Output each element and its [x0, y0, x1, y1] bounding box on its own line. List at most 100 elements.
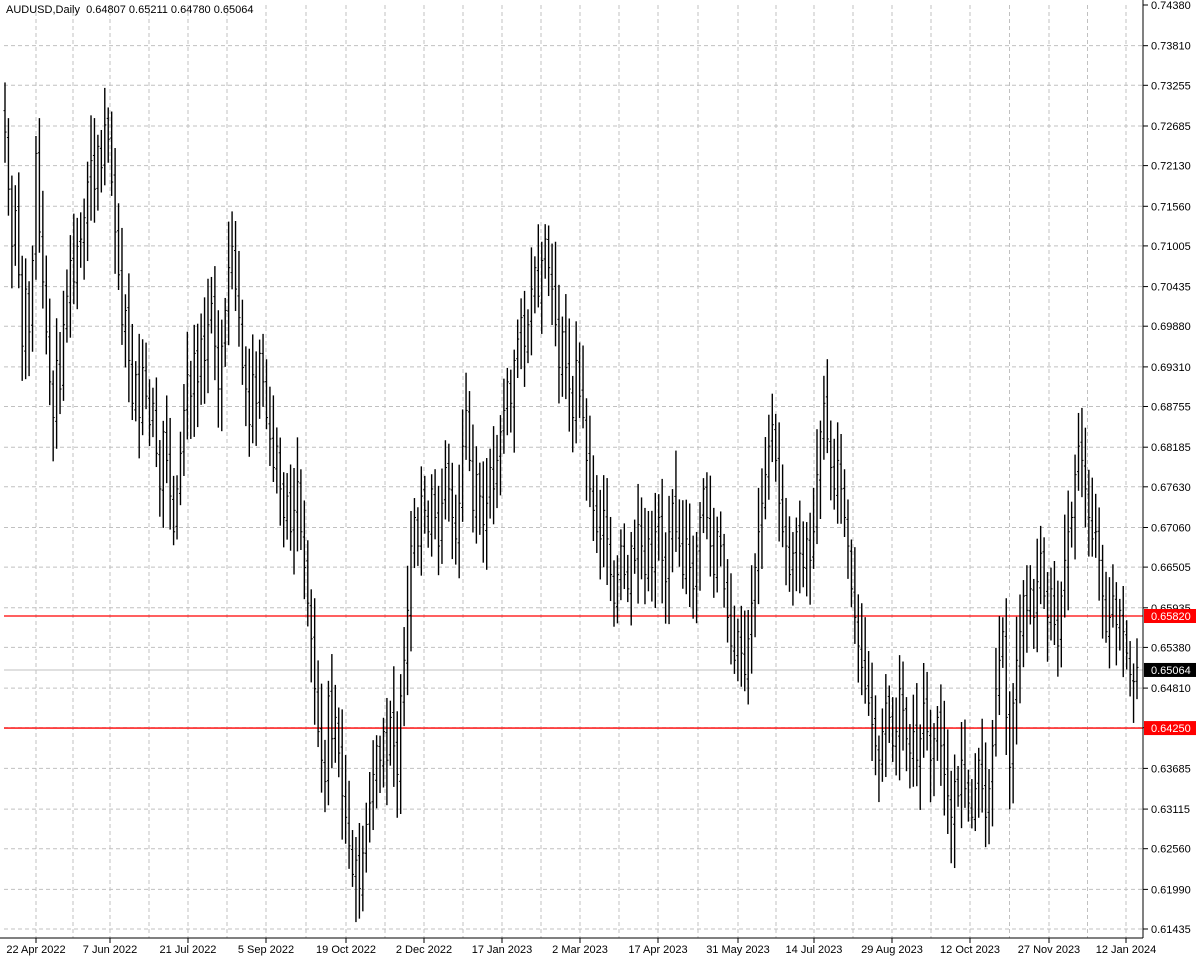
ohlc-bar — [774, 413, 778, 482]
ohlc-bar — [615, 555, 619, 624]
price-axis[interactable]: 0.74380 0.73810 0.73255 0.72685 0.72130 0.715… — [1143, 0, 1196, 936]
ohlc-bar — [557, 284, 561, 404]
ohlc-bar — [326, 680, 330, 806]
price-tick-label: 0.68755 — [1151, 402, 1191, 414]
ohlc-bar — [519, 298, 523, 370]
ohlc-bar — [612, 560, 616, 627]
ohlc-bar — [650, 510, 654, 602]
ohlc-bar — [719, 511, 723, 567]
ohlc-bar — [203, 297, 207, 404]
ohlc-bar — [264, 359, 268, 430]
ohlc-bar — [963, 719, 967, 808]
time-tick-label: 12 Oct 2023 — [940, 944, 1000, 956]
ohlc-bar — [777, 422, 781, 542]
ohlc-bar — [942, 700, 946, 816]
ohlc-bar — [1042, 537, 1046, 609]
ohlc-bar — [791, 532, 795, 606]
price-tick-label: 0.71005 — [1151, 241, 1191, 253]
ohlc-bar — [1018, 594, 1022, 704]
ohlc-bar — [1114, 582, 1118, 666]
ohlc-bar — [148, 379, 152, 446]
ohlc-bar — [977, 747, 981, 818]
ohlc-bar — [705, 472, 709, 540]
ohlc-bar — [987, 769, 991, 845]
ohlc-bar — [1083, 427, 1087, 528]
ohlc-bar — [794, 517, 798, 592]
ohlc-bar — [529, 247, 533, 356]
ohlc-bar — [901, 661, 905, 751]
ohlc-bar — [175, 475, 179, 540]
ohlc-bar — [309, 589, 313, 683]
time-axis[interactable]: 22 Apr 2022 7 Jun 2022 21 Jul 2022 5 Sep 20… — [6, 938, 1156, 956]
ohlc-bar — [836, 422, 840, 524]
ohlc-bar — [880, 708, 884, 782]
price-tick-label: 0.72130 — [1151, 161, 1191, 173]
ohlc-bar — [89, 115, 93, 221]
ohlc-bar — [299, 469, 303, 550]
price-tick-label: 0.72685 — [1151, 121, 1191, 133]
price-tick-label: 0.63685 — [1151, 763, 1191, 775]
ohlc-bar — [17, 172, 21, 289]
ohlc-bar — [736, 618, 740, 682]
price-tick-label: 0.69880 — [1151, 321, 1191, 333]
ohlc-bar — [626, 554, 630, 603]
ohlc-bar — [629, 531, 633, 626]
ohlc-bar — [818, 420, 822, 519]
ohlc-bar — [1090, 477, 1094, 557]
ohlc-bar — [103, 87, 107, 186]
ohlc-bar — [602, 475, 606, 568]
ohlc-bar — [691, 535, 695, 619]
ohlc-bar — [440, 468, 444, 564]
ohlc-bar — [946, 729, 950, 834]
time-tick-label: 2 Mar 2023 — [552, 944, 608, 956]
ohlc-bar — [364, 802, 368, 873]
ohlc-bar — [698, 502, 702, 591]
ohlc-bar — [584, 398, 588, 501]
ohlc-bar — [571, 375, 575, 453]
ohlc-bar — [1132, 663, 1136, 723]
ohlc-bar — [884, 674, 888, 778]
ohlc-bar — [660, 478, 664, 604]
ohlc-bar — [461, 409, 465, 522]
ohlc-bar — [230, 211, 234, 290]
ohlc-bar — [591, 455, 595, 542]
ohlc-bar — [918, 724, 922, 810]
ohlc-bar — [805, 522, 809, 597]
ohlc-bar — [1066, 490, 1070, 611]
ohlc-bar — [843, 469, 847, 537]
ohlc-bar — [746, 609, 750, 705]
ohlc-bar — [285, 473, 289, 540]
ohlc-bar — [388, 700, 392, 766]
ohlc-bar — [829, 420, 833, 501]
ohlc-bar — [684, 499, 688, 595]
ohlc-bar — [437, 485, 441, 576]
ohlc-bar — [48, 298, 52, 406]
ohlc-bar — [523, 290, 527, 387]
ohlc-bar — [295, 437, 299, 552]
ohlc-bar — [860, 603, 864, 696]
ohlc-bar — [1015, 616, 1019, 745]
price-tick-label: 0.74380 — [1151, 0, 1191, 12]
ohlc-bar — [165, 395, 169, 484]
ohlc-bar — [168, 417, 172, 530]
time-tick-label: 27 Nov 2023 — [1018, 944, 1080, 956]
price-tick-label: 0.62560 — [1151, 844, 1191, 856]
ohlc-bar — [512, 349, 516, 453]
price-chart[interactable]: 0.74380 0.73810 0.73255 0.72685 0.72130 0.715… — [0, 0, 1200, 958]
ohlc-bar — [412, 498, 416, 569]
ohlc-bar — [189, 360, 193, 439]
ohlc-bar — [1111, 564, 1115, 628]
ohlc-bar — [757, 487, 761, 605]
ohlc-bar — [110, 111, 114, 196]
ohlc-bar — [671, 489, 675, 573]
ohlc-bar — [1059, 581, 1063, 668]
ohlc-bar — [474, 446, 478, 544]
ohlc-bar — [320, 683, 324, 793]
ohlc-bar — [1080, 407, 1084, 498]
time-tick-label: 22 Apr 2022 — [6, 944, 65, 956]
ohlc-bar — [750, 565, 754, 674]
ohlc-bar — [37, 118, 41, 253]
ohlc-bar — [323, 739, 327, 813]
ohlc-bar — [550, 243, 554, 325]
price-tick-label: 0.61435 — [1151, 924, 1191, 936]
